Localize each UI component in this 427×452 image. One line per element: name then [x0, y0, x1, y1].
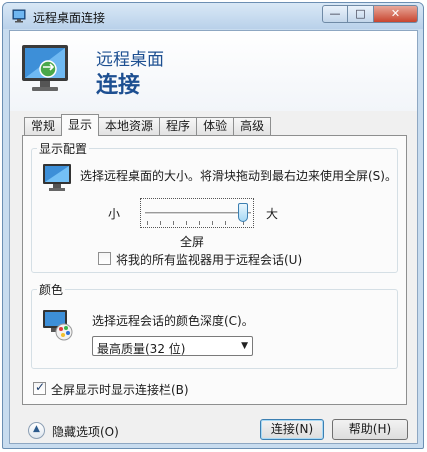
slider-track [145, 212, 251, 215]
slider-value-label: 全屏 [180, 235, 205, 249]
help-button[interactable]: 帮助(H) [332, 419, 408, 440]
slider-tick [186, 221, 187, 225]
slider-max-label: 大 [266, 207, 279, 221]
slider-tick [199, 221, 200, 225]
slider-tick [212, 221, 213, 225]
slider-thumb[interactable] [238, 203, 248, 222]
display-config-group: 显示配置 选择远程桌面的大小。将滑块拖动到最右边来使用全屏(S)。 小 大 全屏… [31, 140, 398, 273]
tab-experience[interactable]: 体验 [196, 117, 235, 136]
remote-desktop-icon [12, 9, 26, 23]
color-depth-description: 选择远程会话的颜色深度(C)。 [92, 314, 254, 328]
all-monitors-label[interactable]: 将我的所有监视器用于远程会话(U) [116, 251, 302, 268]
display-tab-panel: 显示配置 选择远程桌面的大小。将滑块拖动到最右边来使用全屏(S)。 小 大 全屏… [22, 135, 407, 405]
tab-general[interactable]: 常规 [24, 117, 63, 136]
slider-tick [160, 221, 161, 225]
window-title: 远程桌面连接 [33, 11, 106, 25]
slider-tick [147, 221, 148, 225]
window-controls: — □ ✕ [322, 5, 418, 23]
all-monitors-checkbox[interactable] [98, 252, 111, 265]
tab-local-resources[interactable]: 本地资源 [98, 117, 161, 136]
slider-tick [173, 221, 174, 225]
minimize-button[interactable]: — [322, 5, 348, 23]
header-banner: 远程桌面 连接 [10, 31, 417, 111]
connection-bar-checkbox[interactable]: ✓ [33, 380, 46, 395]
tab-display[interactable]: 显示 [61, 114, 100, 136]
hide-options-label[interactable]: 隐藏选项(O) [52, 423, 119, 440]
tab-programs[interactable]: 程序 [159, 117, 198, 136]
monitor-connection-icon [22, 45, 68, 91]
color-depth-select[interactable]: 最高质量(32 位) ▼ [92, 336, 253, 356]
maximize-button[interactable]: □ [348, 5, 374, 23]
color-depth-value: 最高质量(32 位) [97, 342, 186, 356]
color-group-title: 颜色 [37, 281, 66, 298]
slider-min-label: 小 [108, 207, 121, 221]
display-size-slider[interactable] [140, 198, 254, 228]
monitor-icon [43, 164, 71, 191]
tab-strip: 常规 显示 本地资源 程序 体验 高级 [24, 114, 272, 136]
collapse-up-icon: ▲ [28, 422, 45, 439]
tab-advanced[interactable]: 高级 [233, 117, 272, 136]
chevron-down-icon: ▼ [241, 341, 248, 351]
remote-desktop-window: 远程桌面连接 — □ ✕ 远程桌面 连接 常规 显示 本地资源 程序 体验 高级… [2, 2, 424, 449]
title-bar[interactable]: 远程桌面连接 — □ ✕ [3, 3, 423, 29]
color-palette-icon [43, 310, 73, 341]
checkmark-icon: ✓ [35, 380, 46, 394]
dialog-client-area: 远程桌面 连接 常规 显示 本地资源 程序 体验 高级 显示配置 选择远程桌面的… [9, 30, 418, 444]
display-size-description: 选择远程桌面的大小。将滑块拖动到最右边来使用全屏(S)。 [80, 169, 397, 183]
slider-tick [225, 221, 226, 225]
banner-title-line2: 连接 [96, 73, 141, 98]
color-group: 颜色 选择远程会话的颜色深度(C)。 最高质量(32 位) ▼ [31, 281, 398, 369]
connection-bar-label[interactable]: 全屏显示时显示连接栏(B) [51, 381, 189, 398]
connect-button[interactable]: 连接(N) [260, 419, 324, 440]
display-config-title: 显示配置 [37, 140, 90, 157]
close-button[interactable]: ✕ [374, 5, 418, 23]
